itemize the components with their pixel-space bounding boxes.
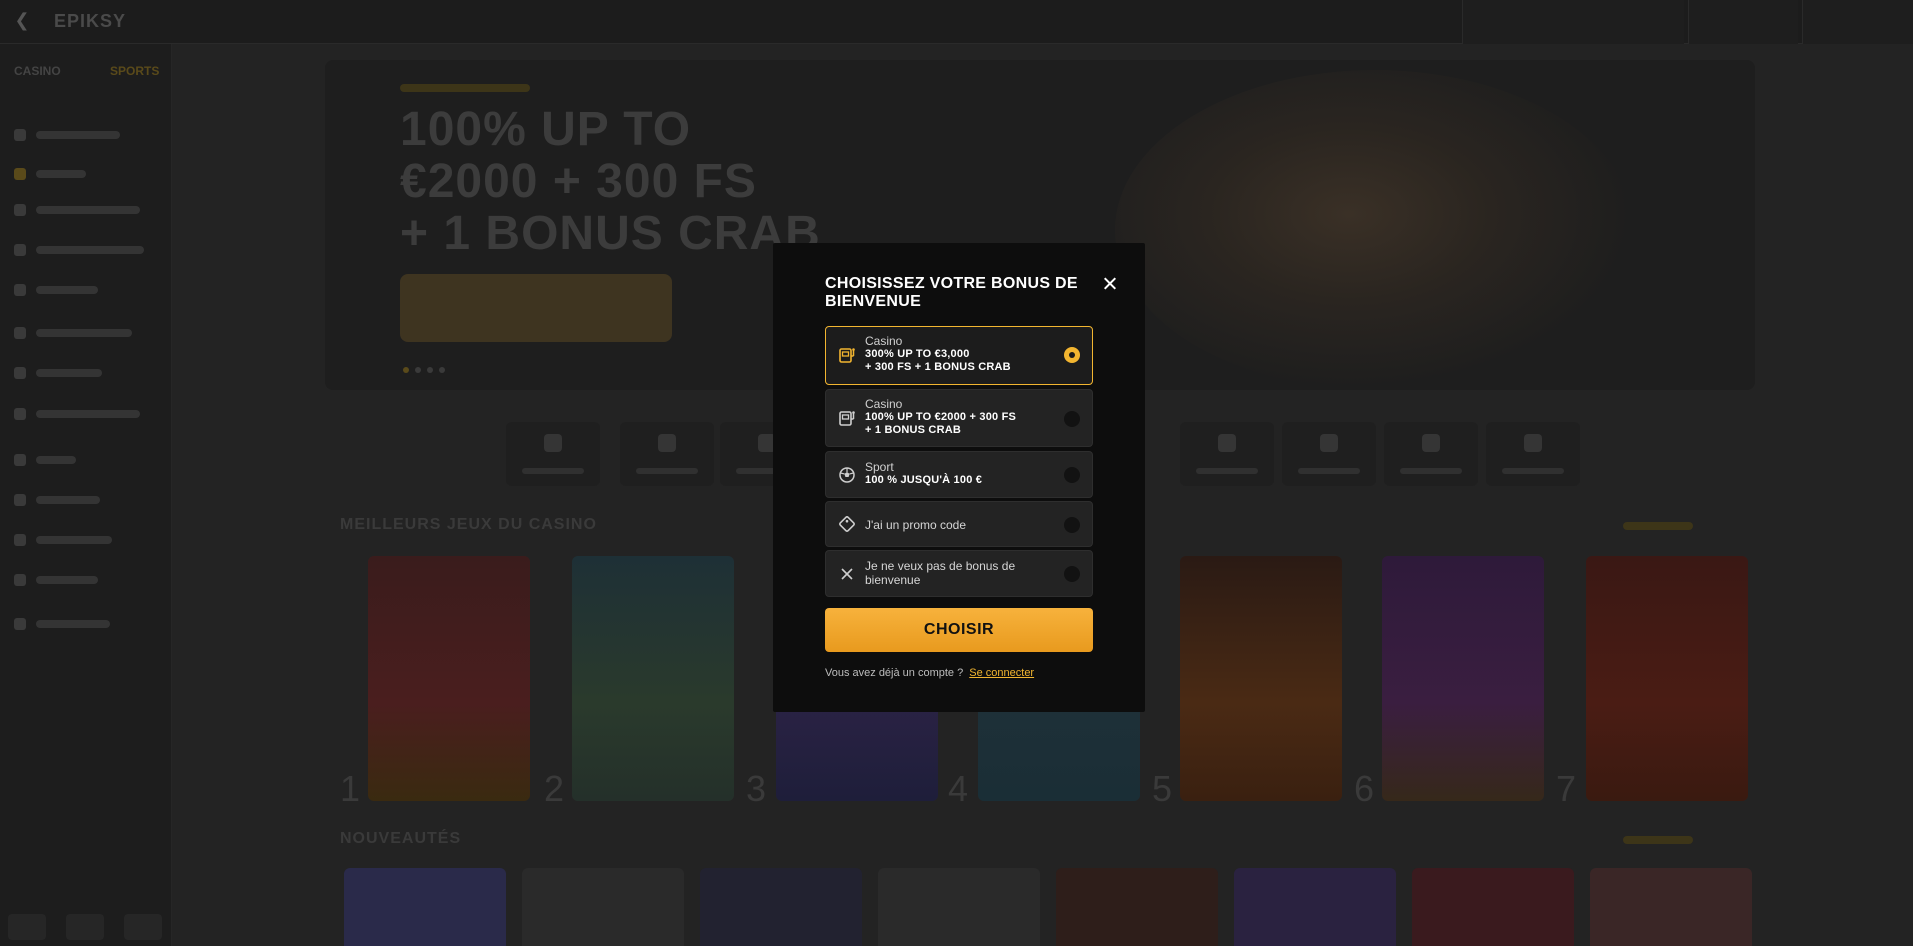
sidebar-tab-casino[interactable]: CASINO <box>14 64 61 78</box>
modal-title: CHOISISSEZ VOTRE BONUS DE BIENVENUE <box>825 275 1078 310</box>
game-card[interactable] <box>1234 868 1396 946</box>
sidebar-item[interactable] <box>14 323 154 343</box>
top-bar: ❮ EPIKSY <box>0 0 1913 44</box>
game-card[interactable] <box>700 868 862 946</box>
option-offer-line1: 100% UP TO €2000 + 300 FS <box>865 411 1017 423</box>
game-card[interactable] <box>368 556 530 801</box>
sidebar-item[interactable] <box>14 363 154 383</box>
slot-machine-icon <box>839 348 855 363</box>
bonus-option-no-bonus[interactable]: Je ne veux pas de bonus de bienvenue <box>825 550 1093 597</box>
radio-unselected[interactable] <box>1064 517 1080 533</box>
soccer-ball-icon <box>839 467 855 483</box>
back-arrow-icon[interactable]: ❮ <box>12 10 32 30</box>
see-all-link[interactable] <box>1623 522 1693 530</box>
sidebar-item[interactable] <box>14 404 154 424</box>
section-title-new: NOUVEAUTÉS <box>340 830 462 847</box>
slot-machine-icon <box>839 411 855 426</box>
sidebar-item[interactable] <box>14 125 154 145</box>
game-card[interactable] <box>522 868 684 946</box>
category-tile[interactable] <box>506 422 600 486</box>
option-offer-line1: 300% UP TO €3,000 <box>865 348 970 360</box>
option-offer-line1: 100 % JUSQU'À 100 € <box>865 474 983 486</box>
see-all-link[interactable] <box>1623 836 1693 844</box>
sidebar-tab-sports[interactable]: SPORTS <box>110 64 159 78</box>
option-text-line1: Je ne veux pas de bonus de <box>865 559 1016 573</box>
option-text-line2: bienvenue <box>865 573 921 587</box>
radio-unselected[interactable] <box>1064 411 1080 427</box>
login-button[interactable] <box>1802 0 1913 44</box>
game-card[interactable] <box>572 556 734 801</box>
category-tile[interactable] <box>1180 422 1274 486</box>
sidebar-item[interactable] <box>14 164 154 184</box>
sidebar-item[interactable] <box>14 614 154 634</box>
game-card[interactable] <box>1590 868 1752 946</box>
sidebar-bottom-button[interactable] <box>124 914 162 940</box>
bonus-option-casino-300[interactable]: Casino 300% UP TO €3,000 + 300 FS + 1 BO… <box>825 326 1093 385</box>
carousel-dots[interactable] <box>403 360 473 373</box>
close-icon <box>841 568 853 580</box>
section-title-top-games: MEILLEURS JEUX DU CASINO <box>340 516 597 533</box>
choose-button[interactable]: CHOISIR <box>825 608 1093 652</box>
hero-title: 100% UP TO €2000 + 300 FS + 1 BONUS CRAB <box>400 103 821 260</box>
game-card[interactable] <box>1180 556 1342 801</box>
category-tile[interactable] <box>620 422 714 486</box>
option-offer-line2: + 300 FS + 1 BONUS CRAB <box>865 361 1011 373</box>
sidebar-item[interactable] <box>14 530 154 550</box>
category-tile[interactable] <box>1384 422 1478 486</box>
sidebar-item[interactable] <box>14 570 154 590</box>
bonus-option-promo-code[interactable]: J'ai un promo code <box>825 501 1093 547</box>
login-prompt-row: Vous avez déjà un compte ? Se connecter <box>825 667 1034 679</box>
sidebar-item[interactable] <box>14 450 154 470</box>
game-card[interactable] <box>344 868 506 946</box>
hero-artwork <box>1115 70 1635 390</box>
bonus-option-casino-100[interactable]: Casino 100% UP TO €2000 + 300 FS + 1 BON… <box>825 389 1093 447</box>
site-logo: EPIKSY <box>54 11 127 31</box>
welcome-bonus-modal: CHOISISSEZ VOTRE BONUS DE BIENVENUE Casi… <box>773 243 1145 712</box>
register-button[interactable] <box>1688 0 1798 44</box>
search-area[interactable] <box>1462 0 1684 44</box>
game-card[interactable] <box>1382 556 1544 801</box>
option-category-label: Casino <box>865 397 903 411</box>
sidebar-bottom-button[interactable] <box>66 914 104 940</box>
radio-unselected[interactable] <box>1064 566 1080 582</box>
option-category-label: Sport <box>865 460 894 474</box>
radio-unselected[interactable] <box>1064 467 1080 483</box>
tag-icon <box>839 516 855 532</box>
close-icon[interactable] <box>1100 274 1120 294</box>
game-card[interactable] <box>1586 556 1748 801</box>
sidebar-item[interactable] <box>14 200 154 220</box>
bonus-option-sport[interactable]: Sport 100 % JUSQU'À 100 € <box>825 451 1093 498</box>
option-category-label: Casino <box>865 334 903 348</box>
hero-cta-button[interactable] <box>400 274 672 342</box>
radio-selected[interactable] <box>1064 347 1080 363</box>
game-card[interactable] <box>1412 868 1574 946</box>
sidebar-item[interactable] <box>14 490 154 510</box>
sidebar-bottom-button[interactable] <box>8 914 46 940</box>
login-link[interactable]: Se connecter <box>969 667 1034 679</box>
game-card[interactable] <box>1056 868 1218 946</box>
login-prompt-text: Vous avez déjà un compte ? <box>825 667 964 679</box>
sidebar-item[interactable] <box>14 280 154 300</box>
sidebar: CASINO SPORTS <box>0 44 172 946</box>
category-tile[interactable] <box>1486 422 1580 486</box>
option-text: J'ai un promo code <box>865 518 967 532</box>
sidebar-item[interactable] <box>14 240 154 260</box>
option-offer-line2: + 1 BONUS CRAB <box>865 424 962 436</box>
game-card[interactable] <box>878 868 1040 946</box>
category-tile[interactable] <box>1282 422 1376 486</box>
